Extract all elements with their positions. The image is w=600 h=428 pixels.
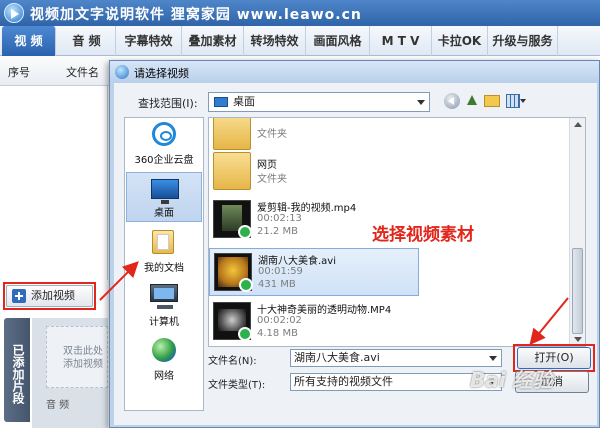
- watermark: Bai 经验: [470, 368, 553, 392]
- menu-overlay[interactable]: 叠加素材: [182, 26, 244, 56]
- place-label: 桌面: [154, 208, 174, 219]
- dialog-title-bar: 请选择视频: [110, 61, 599, 83]
- annotation-text: 选择视频素材: [372, 225, 474, 245]
- place-documents[interactable]: 我的文档: [126, 226, 202, 276]
- place-cloud[interactable]: 360企业云盘: [126, 118, 202, 168]
- video-thumbnail-icon: [214, 253, 253, 292]
- place-label: 网络: [154, 371, 174, 382]
- cloud-icon: [152, 122, 176, 146]
- place-network[interactable]: 网络: [126, 334, 202, 384]
- menu-mtv[interactable]: M T V: [370, 26, 432, 56]
- menu-subtitle-effects[interactable]: 字幕特效: [116, 26, 182, 56]
- folder-icon: [213, 147, 251, 190]
- folder-icon: [213, 118, 251, 150]
- drop-zone[interactable]: 双击此处 添加视频: [46, 326, 108, 388]
- file-duration: 00:02:13: [257, 213, 302, 224]
- documents-icon: [152, 230, 174, 254]
- place-label: 我的文档: [144, 263, 184, 274]
- file-name-value: 湖南八大美食.avi: [294, 351, 380, 364]
- file-size: 21.2 MB: [257, 226, 298, 237]
- place-desktop[interactable]: 桌面: [126, 172, 202, 222]
- file-type: 文件夹: [257, 174, 287, 185]
- added-clips-tab[interactable]: 已添加片段: [4, 318, 30, 422]
- col-index[interactable]: 序号: [8, 64, 30, 80]
- place-computer[interactable]: 计算机: [126, 280, 202, 330]
- app-logo-icon: [4, 3, 24, 23]
- scroll-up-icon[interactable]: [574, 122, 582, 127]
- file-item-selected[interactable]: 湖南八大美食.avi 00:01:59 431 MB: [209, 248, 419, 296]
- place-label: 360企业云盘: [134, 155, 194, 166]
- menu-video[interactable]: 视 频: [2, 26, 56, 56]
- menu-karaoke[interactable]: 卡拉OK: [432, 26, 488, 56]
- chevron-down-icon[interactable]: [489, 356, 497, 361]
- drop-hint-line1: 双击此处: [63, 346, 103, 357]
- clip-list: [0, 86, 108, 280]
- look-in-dropdown[interactable]: 桌面: [208, 92, 430, 112]
- dialog-app-icon: [115, 65, 129, 79]
- new-folder-icon[interactable]: [484, 95, 500, 107]
- file-name: 网页: [257, 160, 277, 171]
- file-type: 文件夹: [257, 129, 287, 140]
- file-name: 湖南八大美食.avi: [258, 256, 337, 267]
- app-badge-icon: [238, 327, 252, 341]
- app-title: 视频加文字说明软件 狸窝家园 www.leawo.cn: [30, 7, 362, 23]
- add-video-label: 添加视频: [31, 289, 75, 302]
- plus-icon: [12, 289, 26, 303]
- app-badge-icon: [239, 278, 253, 292]
- file-type-value: 所有支持的视频文件: [294, 375, 393, 388]
- file-type-label: 文件类型(T):: [208, 380, 266, 391]
- look-in-value: 桌面: [233, 95, 255, 108]
- main-menu-bar: 视 频 音 频 字幕特效 叠加素材 转场特效 画面风格 M T V 卡拉OK 升…: [0, 26, 600, 56]
- place-label: 计算机: [149, 317, 179, 328]
- dialog-title: 请选择视频: [134, 67, 189, 80]
- file-name-label: 文件名(N):: [208, 356, 257, 367]
- file-duration: 00:02:02: [257, 315, 302, 326]
- desktop-icon: [214, 97, 228, 107]
- desktop-icon: [151, 179, 179, 204]
- file-item[interactable]: 网页 文件夹: [209, 147, 419, 196]
- video-thumbnail-icon: [213, 200, 252, 239]
- chevron-down-icon: [417, 100, 425, 105]
- computer-icon: [150, 284, 178, 309]
- col-filename[interactable]: 文件名: [66, 64, 99, 80]
- file-list-scrollbar[interactable]: [569, 118, 585, 346]
- drop-hint-line2: 添加视频: [63, 359, 103, 370]
- file-size: 431 MB: [258, 279, 296, 290]
- audio-track-label: 音 频: [46, 400, 70, 411]
- file-name: 爱剪辑-我的视频.mp4: [257, 203, 357, 214]
- file-size: 4.18 MB: [257, 328, 298, 339]
- back-icon[interactable]: [444, 93, 460, 109]
- menu-upgrade[interactable]: 升级与服务: [488, 26, 558, 56]
- file-name: 十大神奇美丽的透明动物.MP4: [257, 305, 392, 316]
- scroll-thumb[interactable]: [572, 248, 583, 334]
- scroll-down-icon[interactable]: [574, 337, 582, 342]
- view-menu-icon[interactable]: [506, 93, 528, 109]
- network-icon: [152, 338, 176, 362]
- app-badge-icon: [238, 225, 252, 239]
- look-in-label: 查找范围(I):: [138, 97, 198, 110]
- up-folder-icon[interactable]: [464, 93, 480, 109]
- menu-audio[interactable]: 音 频: [58, 26, 116, 56]
- add-video-highlight: 添加视频: [3, 282, 96, 310]
- file-duration: 00:01:59: [258, 266, 303, 277]
- video-thumbnail-icon: [213, 302, 252, 341]
- file-item[interactable]: 十大神奇美丽的透明动物.MP4 00:02:02 4.18 MB: [209, 298, 469, 346]
- menu-transitions[interactable]: 转场特效: [244, 26, 306, 56]
- add-video-button[interactable]: 添加视频: [6, 285, 93, 307]
- menu-styles[interactable]: 画面风格: [306, 26, 370, 56]
- places-bar: 360企业云盘 桌面 我的文档 计算机 网络: [124, 117, 204, 411]
- app-title-bar: 视频加文字说明软件 狸窝家园 www.leawo.cn: [0, 0, 600, 26]
